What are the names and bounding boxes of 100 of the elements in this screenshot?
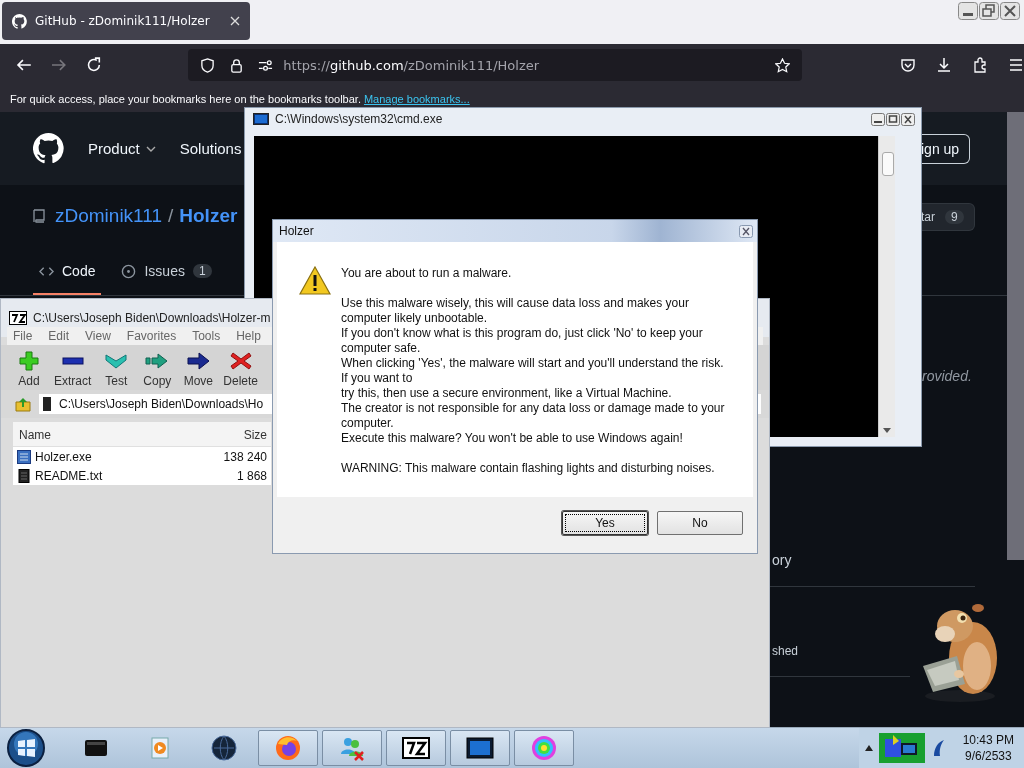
yes-button[interactable]: Yes <box>562 511 648 535</box>
column-header[interactable]: Size <box>243 428 267 442</box>
console-icon <box>466 734 494 762</box>
back-icon[interactable] <box>16 57 32 73</box>
toolbar-button[interactable]: Test <box>98 349 135 390</box>
browser-tab[interactable]: GitHub - zDominik111/Holzer <box>2 2 250 40</box>
menu-item[interactable]: Help <box>236 329 261 343</box>
console-icon <box>253 113 269 125</box>
url-text: https://github.com/zDominik111/Holzer <box>283 57 541 73</box>
lock-icon[interactable] <box>229 57 245 73</box>
scrollbar[interactable] <box>1007 112 1024 560</box>
github-logo-icon[interactable] <box>33 133 64 164</box>
permissions-icon[interactable] <box>258 57 274 73</box>
taskbar-button[interactable] <box>450 730 510 766</box>
message-text: The creator is not responsible for any data loss or damage made to your computer. <box>341 401 726 431</box>
tray-arrow-icon[interactable] <box>864 745 873 751</box>
warning-icon <box>299 266 331 296</box>
message-text: try this, then use a secure environment, like a Virtual Machine. <box>341 386 673 401</box>
scroll-down-icon[interactable] <box>883 428 891 433</box>
path-text: C:\Users\Joseph Biden\Downloads\Ho <box>59 397 264 411</box>
tab-title: GitHub - zDominik111/Holzer <box>35 14 211 28</box>
manage-bookmarks-link[interactable]: Manage bookmarks... <box>363 93 470 105</box>
file-size: 1 868 <box>236 468 267 483</box>
toolbar-button[interactable]: Copy <box>139 349 176 390</box>
start-button[interactable] <box>6 728 46 768</box>
column-header[interactable]: Name <box>19 428 51 442</box>
delete-icon <box>228 351 253 371</box>
message-text: Execute this malware? You won't be able to use Windows again! <box>341 431 684 446</box>
clock-time: 10:43 PM <box>962 732 1014 748</box>
message-text: If you don't know what is this program do, just click 'No' to keep your computer safe. <box>341 326 704 356</box>
repo-name-link[interactable]: Holzer <box>179 205 238 227</box>
firefox-icon <box>274 734 302 762</box>
menu-item[interactable]: Edit <box>48 329 70 343</box>
sidebar-text: ory <box>772 552 792 568</box>
nav-link[interactable]: Product <box>88 140 156 157</box>
close-icon[interactable] <box>739 224 753 238</box>
message-text: WARNING: This malware contain flashing lights and disturbing noises. <box>341 461 716 476</box>
file-name[interactable]: Holzer.exe <box>35 449 220 464</box>
menu-item[interactable]: File <box>13 329 33 343</box>
scroll-thumb[interactable] <box>882 152 894 176</box>
pocket-icon[interactable] <box>900 57 916 73</box>
taskbar-button[interactable] <box>386 730 446 766</box>
path-separator: / <box>168 205 174 227</box>
star-count: 9 <box>945 210 964 224</box>
reload-icon[interactable] <box>85 57 102 73</box>
minimize-icon[interactable] <box>871 112 885 126</box>
bookmarks-hint: For quick access, place your bookmarks here on the bookmarks toolbar. <box>10 93 361 105</box>
window-title: C:\Windows\system32\cmd.exe <box>275 112 444 126</box>
maximize-icon[interactable] <box>886 112 900 126</box>
clock-date: 9/6/2533 <box>964 748 1012 764</box>
repo-icon <box>33 209 45 223</box>
extensions-icon[interactable] <box>972 57 988 73</box>
toolbar-button[interactable]: Delete <box>221 349 261 390</box>
menu-item[interactable]: Favorites <box>126 329 177 343</box>
address-bar[interactable]: https://github.com/zDominik111/Holzer <box>188 49 802 81</box>
right-arrow-icon <box>186 351 211 371</box>
close-icon[interactable] <box>901 112 915 126</box>
copy-arrow-icon <box>145 351 170 371</box>
check-arrow-icon <box>104 351 129 371</box>
globe-icon <box>210 734 238 762</box>
repo-tab[interactable]: Issues 1 <box>115 255 218 295</box>
forward-icon[interactable] <box>50 57 67 73</box>
archive-icon <box>9 311 27 325</box>
close-icon[interactable] <box>1000 2 1020 20</box>
drive-icon <box>43 397 51 411</box>
archive-icon <box>402 734 430 762</box>
sidebar-text: shed <box>772 644 799 658</box>
nav-link[interactable]: Solutions <box>179 140 242 157</box>
color-wheel-icon <box>530 734 558 762</box>
repo-owner-link[interactable]: zDominik111 <box>55 205 162 227</box>
file-name[interactable]: README.txt <box>35 468 233 483</box>
program-file-icon <box>17 449 31 464</box>
document-file-icon <box>17 468 31 483</box>
minimize-icon[interactable] <box>958 2 978 20</box>
star-label: tar <box>921 210 935 224</box>
repo-tab[interactable]: Code <box>33 255 102 295</box>
restore-icon[interactable] <box>979 2 999 20</box>
toolbar-button[interactable]: Add <box>11 349 47 390</box>
toolbar-button[interactable]: Extract <box>52 349 94 390</box>
chevron-down-icon <box>145 145 156 152</box>
window-title: C:\Users\Joseph Biden\Downloads\Holzer-m <box>33 311 271 325</box>
message-text: You are about to run a malware. <box>341 266 513 281</box>
menu-icon[interactable] <box>1008 57 1024 73</box>
toolbar-button[interactable]: Move <box>180 349 217 390</box>
no-button[interactable]: No <box>657 511 743 535</box>
github-logo-icon <box>12 13 27 29</box>
star-button[interactable]: tar 9 <box>921 203 975 231</box>
message-text: Use this malware wisely, this will cause data loss and makes your computer likely unbootable. <box>341 296 690 326</box>
shield-icon[interactable] <box>200 57 216 73</box>
menu-item[interactable]: View <box>85 329 111 343</box>
bookmark-star-icon[interactable] <box>775 57 790 73</box>
issue-icon <box>121 263 137 279</box>
sidebar-text: rovided. <box>922 368 972 384</box>
dialog-title: Holzer <box>279 224 314 238</box>
download-icon[interactable] <box>936 57 952 73</box>
tray-app-icon[interactable] <box>878 733 925 763</box>
scrollbar[interactable] <box>878 136 895 437</box>
menu-item[interactable]: Tools <box>192 329 221 343</box>
folder-up-icon[interactable] <box>15 396 31 412</box>
plus-icon <box>17 351 41 371</box>
